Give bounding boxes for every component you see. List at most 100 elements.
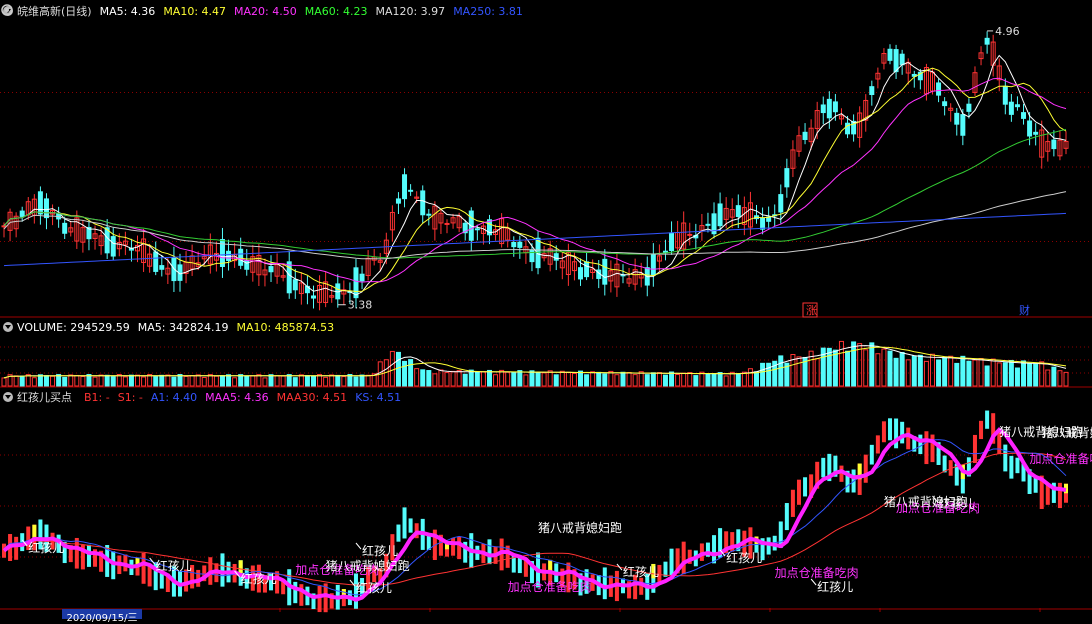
- indicator-bar: [979, 420, 984, 440]
- candle-body: [402, 174, 408, 200]
- indicator-bar: [74, 537, 79, 569]
- candle-body: [893, 49, 899, 73]
- volume-bar: [335, 374, 341, 387]
- volume-bar: [226, 374, 232, 387]
- volume-bar: [936, 359, 942, 387]
- candle-body: [517, 241, 523, 248]
- volume-bar: [329, 374, 335, 387]
- volume-bar: [614, 374, 620, 387]
- indicator-bar: [972, 434, 977, 464]
- volume-bar: [402, 360, 408, 387]
- ind-ks: KS: 4.51: [355, 390, 402, 404]
- volume-bar: [735, 373, 741, 387]
- volume-bar: [165, 374, 171, 387]
- volume-bar: [1033, 363, 1039, 387]
- volume-bar: [389, 350, 395, 387]
- ind-maa5: MAA5: 4.36: [205, 390, 269, 404]
- collapse-icon[interactable]: [3, 392, 13, 402]
- volume-bar: [523, 374, 529, 387]
- volume-bar: [693, 375, 699, 387]
- indicator-bar: [906, 427, 911, 450]
- indicator-bar: [602, 567, 607, 600]
- indicator-bar: [669, 548, 674, 576]
- volume-bar: [845, 350, 851, 387]
- volume-bar: [171, 376, 177, 387]
- indicator-bar: [1009, 455, 1014, 479]
- volume-bar: [687, 372, 693, 387]
- volume-bar: [571, 372, 577, 387]
- volume-bar: [353, 376, 359, 387]
- candle-body: [43, 198, 49, 219]
- volume-bar: [486, 369, 492, 387]
- volume-bar: [450, 370, 456, 387]
- date-cursor-label: 2020/09/15/三: [62, 609, 142, 624]
- indicator-annotation-add: 加点仓准备吃肉: [508, 580, 592, 594]
- candle-body: [553, 253, 559, 261]
- indicator-bar: [317, 585, 322, 613]
- volume-bar: [826, 347, 832, 387]
- volume-bar: [705, 373, 711, 387]
- indicator-bar: [924, 431, 929, 465]
- volume-bar: [541, 372, 547, 387]
- volume-bar: [741, 371, 747, 387]
- candle-body: [292, 279, 298, 291]
- high-price-label: 4.96: [995, 25, 1020, 38]
- volume-bar: [250, 375, 256, 387]
- indicator-bar: [888, 418, 893, 441]
- indicator-bar: [918, 434, 923, 455]
- volume-legend: VOLUME: 294529.59 MA5: 342824.19 MA10: 485…: [0, 319, 334, 335]
- volume-bar: [68, 374, 74, 387]
- indicator-bar: [86, 544, 91, 567]
- volume-bar: [681, 372, 687, 387]
- candle-body: [984, 37, 990, 45]
- volume-bar: [966, 360, 972, 387]
- vol-ma10: MA10: 485874.53: [236, 320, 335, 334]
- ma20-line: [3, 77, 1067, 283]
- indicator-annotation-add: 加点仓准备吃肉: [1030, 452, 1092, 466]
- ma-ma10: MA10: 4.47: [163, 4, 227, 18]
- volume-bar: [298, 374, 304, 387]
- volume-bar: [838, 340, 844, 387]
- volume-bar: [1051, 366, 1057, 387]
- volume-bar: [699, 371, 705, 387]
- volume-bar: [159, 374, 165, 387]
- volume-bar: [747, 368, 753, 387]
- volume-bar: [444, 372, 450, 387]
- volume-bar: [13, 375, 19, 387]
- indicator-bar: [663, 561, 668, 577]
- candle-body: [578, 267, 584, 280]
- candle-body: [1002, 85, 1008, 105]
- volume-bar: [565, 371, 571, 387]
- volume-bar: [917, 354, 923, 387]
- collapse-icon[interactable]: [3, 322, 13, 332]
- indicator-name: 红孩儿买点: [17, 391, 72, 404]
- ma-legend-values: MA5: 4.36 MA10: 4.47 MA20: 4.50 MA60: 4.23 M…: [100, 5, 523, 18]
- candle-body: [784, 168, 790, 188]
- volume-bar: [760, 362, 766, 387]
- volume-bar: [310, 375, 316, 387]
- indicator-bar: [451, 537, 456, 556]
- stock-chart[interactable]: 4.963.38 涨财红孩儿红孩儿红孩儿红孩儿红孩儿红孩儿红孩儿红孩儿红孩儿加点仓…: [0, 0, 1092, 619]
- volume-bar: [426, 370, 432, 387]
- volume-bar: [584, 374, 590, 387]
- volume-bar: [341, 376, 347, 387]
- gear-icon[interactable]: [0, 3, 14, 17]
- candle-body: [426, 213, 432, 216]
- volume-bar: [201, 376, 207, 387]
- volume-bar: [110, 376, 116, 387]
- indicator-annotation-buy: 红孩儿: [356, 580, 392, 595]
- volume-bar: [1021, 360, 1027, 387]
- volume-bar: [1039, 361, 1045, 387]
- volume-bar: [711, 372, 717, 387]
- indicator-bar: [942, 455, 947, 473]
- indicator-annotation-sell: 猪八戒背媳妇跑: [884, 494, 968, 509]
- candle-body: [104, 227, 110, 254]
- indicator-bar: [681, 541, 686, 575]
- candle-body: [966, 103, 972, 112]
- volume-bar: [122, 376, 128, 387]
- ma5-line: [3, 54, 1067, 296]
- indicator-annotation-buy: 红孩儿: [817, 579, 853, 594]
- volume-bar: [796, 356, 802, 387]
- volume-bar: [923, 360, 929, 387]
- indicator-bar: [863, 454, 868, 483]
